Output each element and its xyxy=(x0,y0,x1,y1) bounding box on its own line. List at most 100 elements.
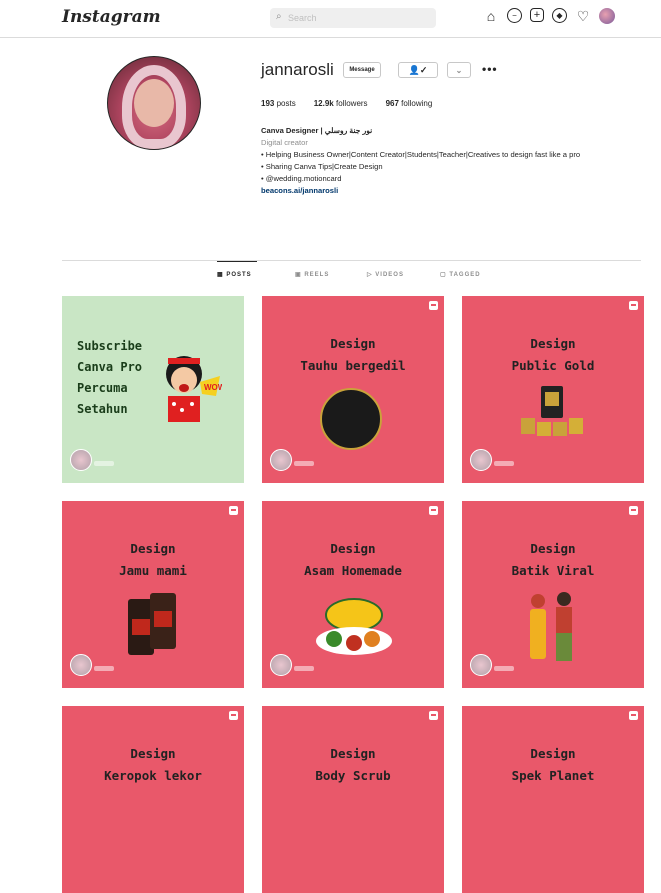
tab-videos[interactable]: ▷ VIDEOS xyxy=(367,271,404,278)
profile-tabs: ▦ POSTS ▣ REELS ▷ VIDEOS ▢ TAGGED xyxy=(62,261,641,291)
tab-tagged-label: TAGGED xyxy=(449,272,481,278)
tab-tagged[interactable]: ▢ TAGGED xyxy=(440,271,481,278)
post-subtitle: Spek Planet xyxy=(511,768,595,783)
gold-bars-illustration xyxy=(521,386,583,436)
posts-label: posts xyxy=(276,99,296,108)
reel-icon xyxy=(429,506,438,515)
post-tile[interactable]: Subscribe Canva Pro Percuma Setahun WOW xyxy=(62,296,244,483)
message-button[interactable]: Message xyxy=(343,62,381,78)
post-author-text xyxy=(294,666,314,671)
post-title: Design xyxy=(530,336,576,351)
post-author-text xyxy=(94,666,114,671)
post-title: Design xyxy=(530,541,576,556)
post-subtitle: Jamu mami xyxy=(119,563,187,578)
tab-posts[interactable]: ▦ POSTS xyxy=(217,271,252,278)
post-tile[interactable]: Design Asam Homemade xyxy=(262,501,444,688)
top-nav: Instagram ⌕ Search ⌂ − + ◆ ♡ xyxy=(0,0,661,38)
bio-line: • @wedding.motioncard xyxy=(261,174,342,184)
promo-line: Subscribe xyxy=(77,339,143,353)
post-subtitle: Asam Homemade xyxy=(304,563,402,578)
bio-category: Digital creator xyxy=(261,138,308,148)
post-author-text xyxy=(494,666,514,671)
following-stat[interactable]: 967 following xyxy=(386,99,433,108)
post-subtitle: Keropok lekor xyxy=(104,768,202,783)
post-tile[interactable]: Design Keropok lekor xyxy=(62,706,244,893)
explore-icon[interactable]: ◆ xyxy=(552,8,567,23)
post-author-text xyxy=(294,461,314,466)
post-title: Design xyxy=(330,541,376,556)
post-subtitle: Body Scrub xyxy=(315,768,391,783)
reel-icon xyxy=(429,301,438,310)
post-tile[interactable]: Design Batik Viral xyxy=(462,501,644,688)
popart-woman-illustration: WOW xyxy=(166,356,222,422)
post-subtitle: Tauhu bergedil xyxy=(300,358,406,373)
tab-reels-label: REELS xyxy=(304,272,330,278)
promo-line: Percuma xyxy=(77,381,128,395)
instagram-logo[interactable]: Instagram xyxy=(62,7,161,27)
tab-reels[interactable]: ▣ REELS xyxy=(295,271,329,278)
post-tile[interactable]: Design Jamu mami xyxy=(62,501,244,688)
reel-icon xyxy=(629,301,638,310)
tab-posts-label: POSTS xyxy=(226,272,252,278)
followers-count: 12.9k xyxy=(313,99,334,108)
search-icon: ⌕ xyxy=(276,11,282,22)
reel-icon xyxy=(629,506,638,515)
profile-picture[interactable] xyxy=(107,56,201,150)
post-tile[interactable]: Design Public Gold xyxy=(462,296,644,483)
post-author-text xyxy=(494,461,514,466)
post-author-avatar xyxy=(270,654,292,676)
bio-link[interactable]: beacons.ai/jannarosli xyxy=(261,185,641,197)
post-title: Design xyxy=(130,541,176,556)
post-tile[interactable]: Design Body Scrub xyxy=(262,706,444,893)
activity-heart-icon[interactable]: ♡ xyxy=(575,8,591,24)
active-tab-indicator xyxy=(217,261,257,262)
bio-name: Canva Designer | نور جنة روسلي xyxy=(261,126,373,135)
promo-line: Setahun xyxy=(77,402,128,416)
post-title: Design xyxy=(330,746,376,761)
tab-videos-label: VIDEOS xyxy=(375,272,404,278)
asam-product-illustration xyxy=(316,598,392,655)
post-tile[interactable]: Design Spek Planet xyxy=(462,706,644,893)
batik-figures-illustration xyxy=(530,592,572,661)
search-placeholder: Search xyxy=(288,13,317,23)
following-label: following xyxy=(401,99,433,108)
profile-bio: Canva Designer | نور جنة روسلي Digital c… xyxy=(261,125,641,198)
post-subtitle: Public Gold xyxy=(511,358,595,373)
profile-stats: 193 posts 12.9k followers 967 following xyxy=(261,99,432,108)
messenger-icon[interactable]: − xyxy=(507,8,522,23)
new-post-icon[interactable]: + xyxy=(530,8,544,22)
jamu-jar-illustration xyxy=(128,593,176,655)
posts-count: 193 xyxy=(261,99,275,108)
home-icon[interactable]: ⌂ xyxy=(483,8,499,24)
post-author-text xyxy=(94,461,114,466)
promo-line: Canva Pro xyxy=(77,360,143,374)
post-author-avatar xyxy=(470,449,492,471)
post-promo-text: Subscribe Canva Pro Percuma Setahun xyxy=(77,336,142,420)
post-title: Design xyxy=(530,746,576,761)
reel-icon xyxy=(229,711,238,720)
post-title: Design xyxy=(130,746,176,761)
posts-stat: 193 posts xyxy=(261,99,296,108)
avatar[interactable] xyxy=(599,8,615,24)
post-author-avatar xyxy=(270,449,292,471)
reel-icon xyxy=(629,711,638,720)
bio-line: • Sharing Canva Tips|Create Design xyxy=(261,162,383,172)
following-count: 967 xyxy=(385,99,399,108)
bio-line: • Helping Business Owner|Content Creator… xyxy=(261,150,581,160)
post-tile[interactable]: Design Tauhu bergedil xyxy=(262,296,444,483)
post-author-avatar xyxy=(470,654,492,676)
followers-label: followers xyxy=(335,99,368,108)
reel-icon xyxy=(229,506,238,515)
profile-username: jannarosli xyxy=(261,60,334,79)
following-button[interactable]: 👤✓ xyxy=(398,62,438,78)
search-input[interactable]: ⌕ Search xyxy=(270,8,436,28)
nav-icons: ⌂ − + ◆ ♡ xyxy=(483,8,615,24)
post-subtitle: Batik Viral xyxy=(511,563,595,578)
post-author-avatar xyxy=(70,449,92,471)
chevron-down-icon[interactable]: ⌄ xyxy=(447,62,471,78)
profile-picture-face xyxy=(134,79,174,127)
product-logo-illustration xyxy=(320,388,382,450)
followers-stat[interactable]: 12.9k followers xyxy=(314,99,368,108)
more-options-icon[interactable]: ••• xyxy=(482,62,498,76)
reel-icon xyxy=(429,711,438,720)
